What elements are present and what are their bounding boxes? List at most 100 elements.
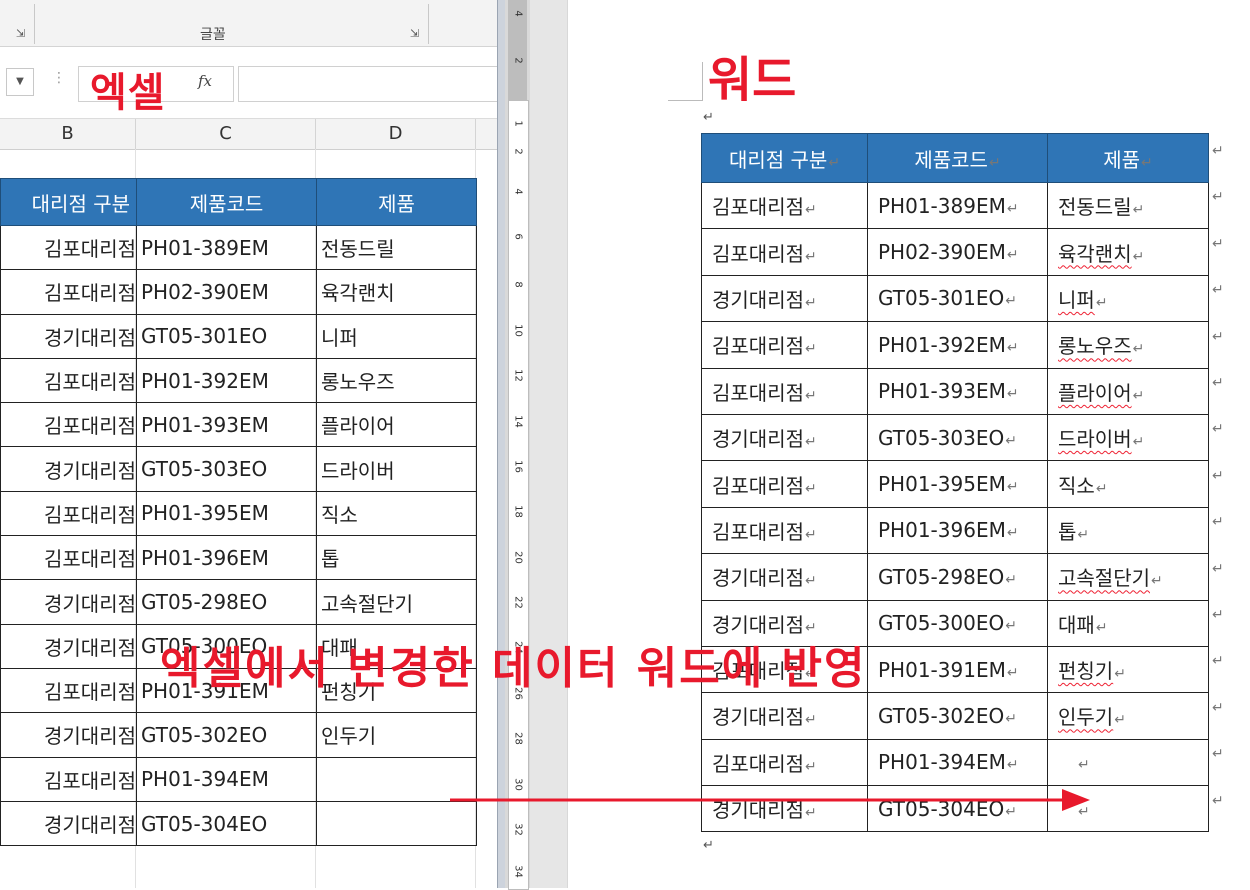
cell-product[interactable]: 펀칭기↵: [1047, 645, 1209, 694]
paragraph-mark-icon: ↵: [703, 110, 714, 125]
word-data-table[interactable]: 대리점 구분↵ 제품코드↵ 제품↵ 김포대리점↵ PH01-389EM↵ 전동드릴↵…: [701, 133, 1209, 833]
cell-product[interactable]: 대패↵: [1047, 599, 1209, 647]
cell-branch[interactable]: 김포대리점: [0, 667, 137, 714]
cell-product[interactable]: 전동드릴: [316, 224, 477, 271]
cell-branch[interactable]: 김포대리점↵: [701, 228, 868, 276]
cell-branch[interactable]: 김포대리점: [0, 756, 137, 802]
cell-product-code[interactable]: GT05-303EO↵: [867, 413, 1048, 462]
insert-function-icon[interactable]: fx: [198, 72, 212, 90]
cell-branch[interactable]: 경기대리점: [0, 313, 137, 359]
cell-product-code[interactable]: PH01-389EM: [136, 224, 317, 271]
cell-product[interactable]: 고속절단기: [316, 579, 477, 625]
cell-product[interactable]: 인두기: [316, 712, 477, 758]
cell-branch[interactable]: 경기대리점: [0, 712, 137, 758]
cell-branch[interactable]: 김포대리점: [0, 402, 137, 448]
cell-text: PH01-391EM: [878, 657, 1006, 682]
cell-product-code[interactable]: PH01-391EM↵: [867, 645, 1048, 694]
cell-branch[interactable]: 경기대리점↵: [701, 692, 868, 740]
table-row: 김포대리점↵ PH01-392EM↵ 롱노우즈↵: [701, 321, 1209, 369]
column-header-c[interactable]: C: [136, 119, 316, 149]
cell-product[interactable]: 육각랜치: [316, 269, 477, 315]
cell-branch[interactable]: 김포대리점↵: [701, 367, 868, 415]
cell-product-code[interactable]: PH01-394EM: [136, 756, 317, 802]
cell-product-code[interactable]: GT05-298EO↵: [867, 553, 1048, 601]
cell-product-code[interactable]: GT05-300EO↵: [867, 599, 1048, 647]
cell-branch[interactable]: 경기대리점: [0, 800, 137, 847]
cell-branch[interactable]: 김포대리점↵: [701, 460, 868, 508]
header-cell-product[interactable]: 제품: [316, 178, 477, 226]
cell-product[interactable]: 직소: [316, 490, 477, 537]
cell-product[interactable]: 롱노우즈: [316, 357, 477, 404]
column-header-d[interactable]: D: [316, 119, 476, 149]
cell-product[interactable]: 인두기↵: [1047, 692, 1209, 740]
cell-product-code[interactable]: PH02-390EM: [136, 269, 317, 315]
cell-branch[interactable]: 김포대리점↵: [701, 321, 868, 369]
cell-product-code[interactable]: GT05-303EO: [136, 446, 317, 492]
cell-product[interactable]: ↵: [1047, 738, 1209, 787]
cell-product-code[interactable]: PH01-396EM↵: [867, 506, 1048, 555]
cell-product[interactable]: 드라이버↵: [1047, 413, 1209, 462]
cell-branch[interactable]: 김포대리점↵: [701, 506, 868, 555]
header-cell-branch[interactable]: 대리점 구분: [0, 178, 137, 226]
cell-product-code[interactable]: PH01-396EM: [136, 535, 317, 581]
cell-product-code[interactable]: GT05-304EO: [136, 800, 317, 847]
paragraph-mark-icon: ↵: [1005, 293, 1017, 310]
cell-product[interactable]: 육각랜치↵: [1047, 228, 1209, 276]
cell-product-code[interactable]: PH01-394EM↵: [867, 738, 1048, 787]
cell-product[interactable]: 롱노우즈↵: [1047, 321, 1209, 369]
cell-branch[interactable]: 김포대리점↵: [701, 738, 868, 787]
font-dialog-launcher-icon[interactable]: ⇲: [410, 27, 419, 40]
ribbon-group-divider: [34, 4, 35, 44]
cell-product-code[interactable]: PH01-395EM↵: [867, 460, 1048, 508]
cell-branch[interactable]: 경기대리점: [0, 446, 137, 492]
header-cell-branch[interactable]: 대리점 구분↵: [701, 133, 868, 183]
cell-branch[interactable]: 김포대리점: [0, 269, 137, 315]
dialog-launcher-icon[interactable]: ⇲: [16, 27, 25, 40]
cell-branch[interactable]: 경기대리점↵: [701, 274, 868, 323]
cell-branch[interactable]: 경기대리점↵: [701, 553, 868, 601]
cell-product-code[interactable]: PH02-390EM↵: [867, 228, 1048, 276]
cell-product-code[interactable]: PH01-395EM: [136, 490, 317, 537]
cell-product-code[interactable]: PH01-392EM: [136, 357, 317, 404]
formula-bar-grip-icon[interactable]: ⋮: [52, 70, 66, 86]
cell-text: 드라이버: [1058, 427, 1132, 452]
cell-product[interactable]: 니퍼↵: [1047, 274, 1209, 323]
cell-branch[interactable]: 김포대리점: [0, 490, 137, 537]
cell-branch[interactable]: 경기대리점↵: [701, 413, 868, 462]
cell-product-code[interactable]: PH01-392EM↵: [867, 321, 1048, 369]
paragraph-mark-icon: ↵: [805, 573, 817, 590]
cell-product-code[interactable]: PH01-389EM↵: [867, 181, 1048, 230]
cell-branch[interactable]: 김포대리점: [0, 224, 137, 271]
cell-product[interactable]: 드라이버: [316, 446, 477, 492]
cell-branch[interactable]: 김포대리점: [0, 535, 137, 581]
cell-product[interactable]: 플라이어: [316, 402, 477, 448]
row-end-mark-icon: ↵: [1212, 421, 1224, 438]
header-cell-product-code[interactable]: 제품코드↵: [867, 133, 1048, 183]
cell-product[interactable]: 니퍼: [316, 313, 477, 359]
vertical-ruler[interactable]: 4 2 1 2 4 6 8 10 12 14 16 18 20 22 24 26 28 30 32 34: [505, 0, 530, 890]
cell-product[interactable]: 플라이어↵: [1047, 367, 1209, 415]
paragraph-mark-icon: ↵: [1006, 525, 1019, 542]
header-cell-product[interactable]: 제품↵: [1047, 133, 1209, 183]
cell-product[interactable]: 톱↵: [1047, 506, 1209, 555]
cell-product[interactable]: 전동드릴↵: [1047, 181, 1209, 230]
cell-text: 경기대리점: [712, 427, 804, 452]
cell-product[interactable]: 톱: [316, 535, 477, 581]
header-cell-product-code[interactable]: 제품코드: [136, 178, 317, 226]
cell-product-code[interactable]: GT05-298EO: [136, 579, 317, 625]
name-box-dropdown[interactable]: ▼: [6, 68, 34, 96]
cell-branch[interactable]: 김포대리점: [0, 357, 137, 404]
cell-branch[interactable]: 김포대리점↵: [701, 181, 868, 230]
formula-input[interactable]: [238, 66, 497, 102]
cell-product[interactable]: 직소↵: [1047, 460, 1209, 508]
column-header-b[interactable]: B: [0, 119, 136, 149]
cell-product-code[interactable]: GT05-302EO: [136, 712, 317, 758]
cell-product-code[interactable]: GT05-302EO↵: [867, 692, 1048, 740]
cell-product-code[interactable]: GT05-301EO↵: [867, 274, 1048, 323]
cell-product-code[interactable]: PH01-393EM↵: [867, 367, 1048, 415]
cell-product-code[interactable]: PH01-393EM: [136, 402, 317, 448]
cell-product-code[interactable]: GT05-301EO: [136, 313, 317, 359]
cell-product[interactable]: 고속절단기↵: [1047, 553, 1209, 601]
cell-branch[interactable]: 경기대리점: [0, 579, 137, 625]
cell-branch[interactable]: 경기대리점: [0, 623, 137, 669]
